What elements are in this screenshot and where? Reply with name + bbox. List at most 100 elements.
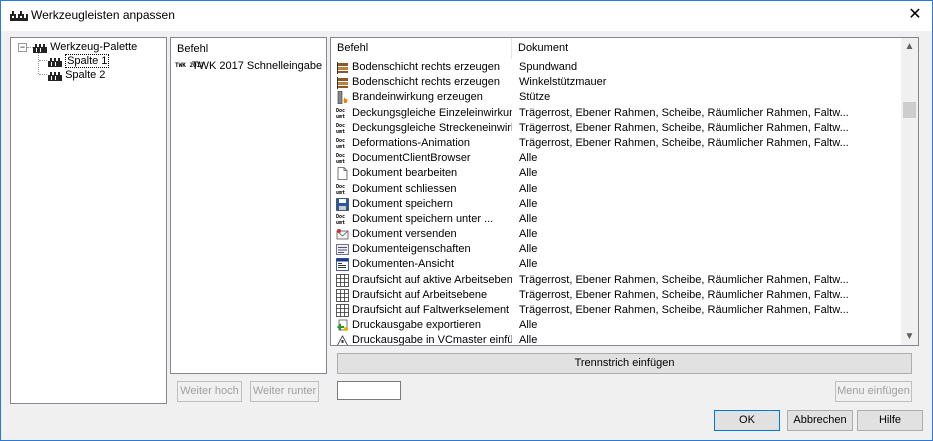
document-cell: Winkelstützmauer [519, 76, 607, 89]
table-row[interactable]: Doc umt DocumentClientBrowser Alle [331, 151, 903, 166]
command-table[interactable]: Befehl Dokument Bodenschicht rechts erze… [330, 37, 919, 346]
properties-icon [336, 243, 349, 256]
dialog-window: Werkzeugleisten anpassen ✕ − Werkzeug-Pa… [0, 0, 933, 441]
vertical-scrollbar[interactable]: ▲ ▼ [901, 38, 918, 345]
document-cell: Alle [519, 319, 538, 332]
scroll-up-arrow-icon[interactable]: ▲ [901, 38, 918, 55]
document-cell: Spundwand [519, 61, 578, 73]
table-row[interactable]: Dokumenten-Ansicht Alle [331, 257, 903, 272]
list-item[interactable]: TWK 2017 TWK 2017 Schnelleingabe [175, 59, 322, 73]
table-row[interactable]: Bodenschicht rechts erzeugen Spundwand [331, 60, 903, 75]
table-row[interactable]: Doc umt Dokument schliessen Alle [331, 182, 903, 197]
move-up-button[interactable]: Weiter hoch [177, 381, 242, 402]
list-header: Befehl [177, 43, 209, 55]
doc-icon: Doc umt [336, 107, 349, 120]
close-button[interactable]: ✕ [904, 5, 926, 25]
column-command-list[interactable]: Befehl TWK 2017 TWK 2017 Schnelleingabe [170, 37, 327, 374]
document-cell: Alle [519, 167, 538, 180]
toolbar-palette-icon [10, 11, 28, 21]
table-row[interactable]: Bodenschicht rechts erzeugen Winkelstützm… [331, 75, 903, 90]
svg-text:umt: umt [336, 114, 345, 120]
table-row[interactable]: Dokument speichern Alle [331, 197, 903, 212]
document-cell: Alle [519, 182, 538, 195]
move-down-button[interactable]: Weiter runter [250, 381, 319, 402]
table-row[interactable]: Draufsicht auf Faltwerkselement Trägerros… [331, 303, 903, 318]
grid-icon [336, 273, 349, 287]
command-cell: Deformations-Animation [352, 136, 470, 149]
document-cell: Trägerrost, Ebener Rahmen, Scheibe, Räum… [519, 304, 849, 316]
column-header-befehl[interactable]: Befehl [331, 38, 512, 59]
command-cell: Bodenschicht rechts erzeugen [352, 76, 500, 89]
command-cell: Bodenschicht rechts erzeugen [352, 61, 500, 73]
table-body: Bodenschicht rechts erzeugen Spundwand Bod… [331, 60, 903, 346]
document-cell: Alle [519, 197, 538, 210]
command-cell: Draufsicht auf aktive Arbeitsebene [352, 273, 512, 286]
cancel-button[interactable]: Abbrechen [787, 410, 853, 431]
table-row[interactable]: DocumtDeckungsgleiche Einzeleinwirkung..… [331, 106, 903, 121]
document-cell: Alle [519, 243, 538, 256]
command-cell: Deckungsgleiche Streckeneinwirku... [352, 121, 512, 134]
grid-icon [336, 304, 349, 317]
svg-text:umt: umt [336, 129, 345, 135]
table-row[interactable]: Brandeinwirkung erzeugen Stütze [331, 90, 903, 105]
grid-icon [336, 288, 349, 302]
command-cell: Draufsicht auf Arbeitsebene [352, 288, 488, 301]
document-cell: Alle [519, 258, 538, 271]
label-input[interactable] [337, 381, 401, 400]
ok-button[interactable]: OK [714, 410, 780, 431]
toolbar-tree[interactable]: − Werkzeug-Palette Spalte 1 Spalte 2 [10, 37, 167, 404]
column-header-dokument[interactable]: Dokument [512, 38, 904, 59]
insert-separator-button[interactable]: Trennstrich einfügen [337, 353, 912, 374]
svg-text:umt: umt [336, 190, 345, 196]
svg-text:umt: umt [336, 144, 345, 150]
table-row[interactable]: Draufsicht auf Arbeitsebene Trägerrost, E… [331, 288, 903, 303]
table-row[interactable]: Draufsicht auf aktive Arbeitsebene Träger… [331, 273, 903, 288]
scroll-down-arrow-icon[interactable]: ▼ [901, 328, 918, 345]
command-cell: Dokument bearbeiten [352, 167, 458, 180]
mail-icon [336, 228, 349, 241]
export-print-icon [336, 319, 349, 332]
fire-column-icon [336, 91, 349, 105]
tree-item-spalte-1[interactable]: Spalte 1 [48, 54, 110, 68]
document-cell: Trägerrost, Ebener Rahmen, Scheibe, Räum… [519, 121, 849, 134]
svg-text:umt: umt [336, 220, 345, 226]
document-cell: Stütze [519, 91, 551, 104]
document-cell: Trägerrost, Ebener Rahmen, Scheibe, Räum… [519, 288, 849, 301]
tree-connector [39, 60, 47, 61]
insert-print-icon [336, 334, 349, 345]
toolbar-column-icon [48, 71, 62, 81]
table-row[interactable]: Druckausgabe in VCmaster einfügen Alle [331, 333, 903, 346]
tree-item-root[interactable]: Werkzeug-Palette [33, 40, 137, 54]
table-row[interactable]: Dokument bearbeiten Alle [331, 166, 903, 181]
title-bar[interactable]: Werkzeugleisten anpassen ✕ [1, 1, 932, 31]
doc-icon: Doc umt [336, 152, 349, 165]
table-row[interactable]: Druckausgabe exportieren Alle [331, 318, 903, 333]
command-cell: DocumentClientBrowser [352, 152, 471, 165]
doc-icon: Doc umt [336, 213, 349, 226]
scroll-thumb[interactable] [903, 102, 916, 118]
tree-item-label: Werkzeug-Palette [50, 41, 138, 53]
tree-item-label: Spalte 1 [65, 54, 110, 68]
command-cell: Dokumenten-Ansicht [352, 258, 455, 271]
command-cell: Deckungsgleiche Einzeleinwirkung... [352, 106, 512, 119]
doc-icon: Doc umt [336, 122, 349, 135]
table-row[interactable]: Doc umt Dokument speichern unter ... Alle [331, 212, 903, 227]
table-row[interactable]: DocumtDeckungsgleiche Streckeneinwirku..… [331, 121, 903, 136]
toolbar-palette-icon [33, 43, 47, 53]
layer-icon [336, 76, 349, 90]
table-row[interactable]: Dokumenteigenschaften Alle [331, 242, 903, 257]
command-cell: Draufsicht auf Faltwerkselement [352, 304, 510, 316]
document-cell: Trägerrost, Ebener Rahmen, Scheibe, Räum… [519, 273, 849, 286]
document-cell: Alle [519, 228, 538, 241]
document-cell: Trägerrost, Ebener Rahmen, Scheibe, Räum… [519, 136, 849, 149]
command-cell: Druckausgabe in VCmaster einfügen [352, 334, 512, 346]
table-row[interactable]: Dokument versenden Alle [331, 227, 903, 242]
command-cell: Dokumenteigenschaften [352, 243, 471, 256]
menu-insert-button[interactable]: Menu einfügen [835, 381, 912, 402]
doc-icon: Doc umt [336, 137, 349, 150]
tree-item-spalte-2[interactable]: Spalte 2 [48, 68, 105, 82]
command-cell: Dokument speichern [352, 197, 453, 210]
tree-collapse-toggle[interactable]: − [18, 43, 27, 52]
table-row[interactable]: Doc umt Deformations-Animation Trägerrost, … [331, 136, 903, 151]
help-button[interactable]: Hilfe [857, 410, 923, 431]
